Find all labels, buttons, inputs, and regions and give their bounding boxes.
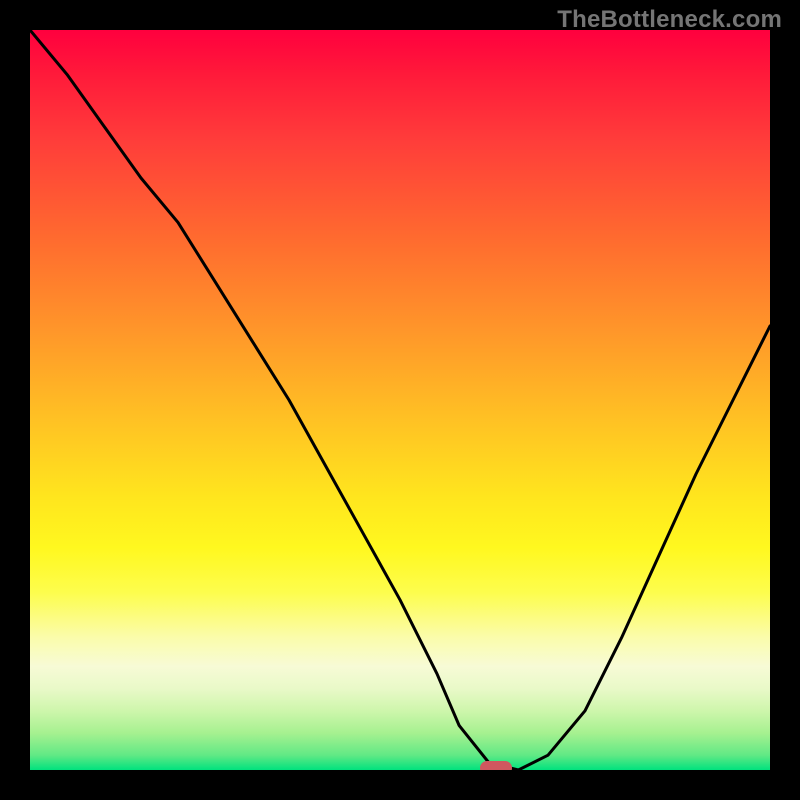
- curve-path: [30, 30, 770, 770]
- watermark-text: TheBottleneck.com: [557, 6, 782, 34]
- chart-frame: TheBottleneck.com: [0, 0, 800, 800]
- optimum-marker: [480, 761, 512, 770]
- plot-area: [30, 30, 770, 770]
- bottleneck-curve: [30, 30, 770, 770]
